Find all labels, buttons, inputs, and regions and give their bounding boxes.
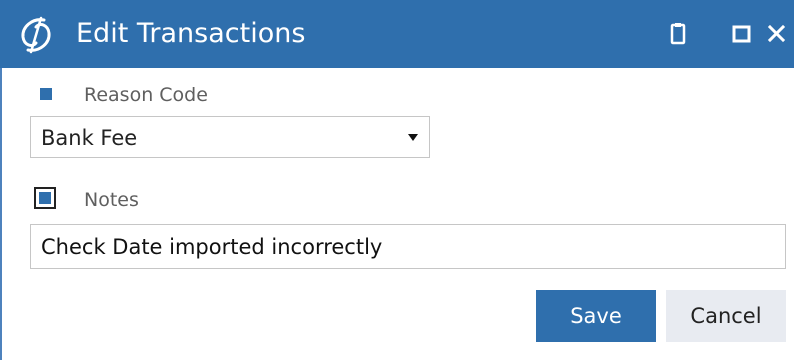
checkbox-fill xyxy=(39,192,51,204)
save-button[interactable]: Save xyxy=(536,290,656,342)
reason-code-checkbox[interactable] xyxy=(35,83,57,105)
dialog-title: Edit Transactions xyxy=(76,18,306,49)
notes-input[interactable] xyxy=(30,224,786,269)
maximize-icon[interactable] xyxy=(728,20,756,48)
edit-transactions-dialog: Edit Transactions Reason Code Bank Fee N… xyxy=(0,0,794,360)
checkbox-fill xyxy=(40,88,52,100)
notes-label: Notes xyxy=(84,189,139,211)
reason-code-value: Bank Fee xyxy=(41,126,138,150)
caret-down-icon xyxy=(408,134,418,141)
dialog-titlebar: Edit Transactions xyxy=(0,0,794,68)
dialog-body: Reason Code Bank Fee Notes Save Cancel xyxy=(0,68,794,360)
cancel-button[interactable]: Cancel xyxy=(666,290,786,342)
clipboard-icon[interactable] xyxy=(664,20,692,48)
reason-code-select[interactable]: Bank Fee xyxy=(30,116,430,158)
swirl-logo-icon xyxy=(14,15,58,55)
reason-code-label: Reason Code xyxy=(84,84,208,106)
close-icon[interactable] xyxy=(764,20,792,48)
notes-checkbox[interactable] xyxy=(34,187,56,209)
